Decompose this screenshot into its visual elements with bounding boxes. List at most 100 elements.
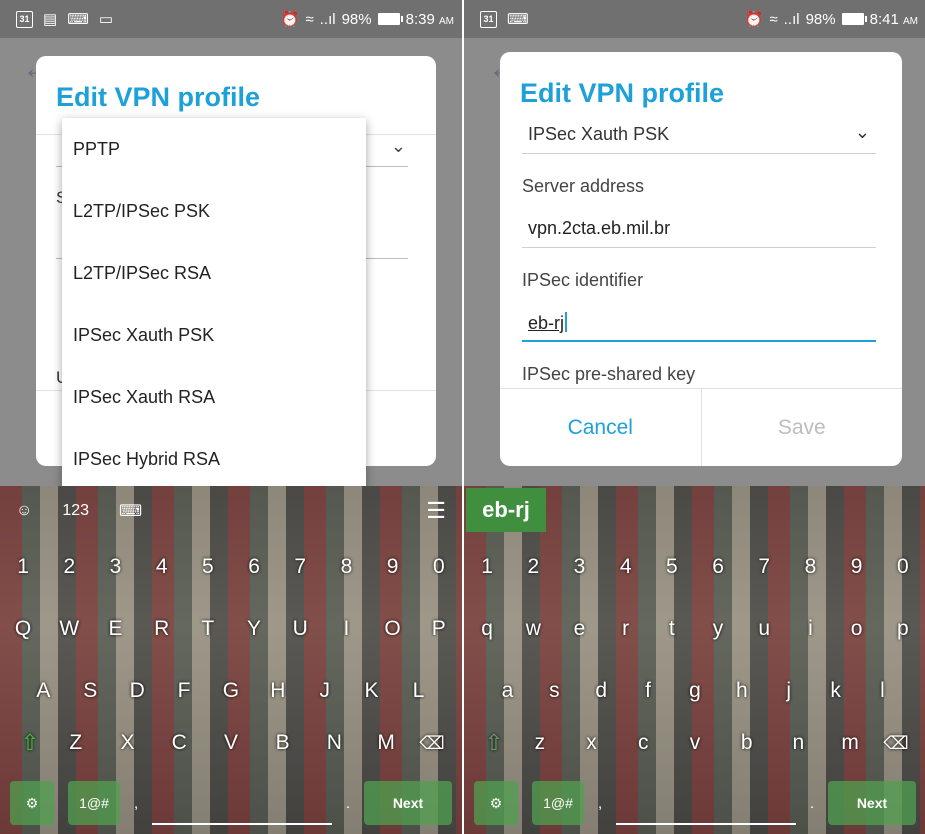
key[interactable]: C (159, 731, 199, 755)
shift-key[interactable]: ⇧ (474, 730, 514, 756)
comma-key[interactable]: , (134, 795, 138, 812)
key[interactable]: 6 (234, 555, 274, 579)
period-key[interactable]: . (346, 795, 350, 812)
key[interactable]: U (280, 617, 320, 641)
dropdown-option-xauth-rsa[interactable]: IPSec Xauth RSA (62, 366, 366, 428)
space-key[interactable] (616, 781, 796, 825)
chevron-down-icon[interactable]: ⌄ (855, 122, 870, 143)
backspace-key[interactable]: ⌫ (412, 733, 452, 754)
key[interactable]: f (628, 679, 668, 703)
chevron-down-icon[interactable]: ⌄ (391, 136, 406, 157)
dropdown-option-l2tp-psk[interactable]: L2TP/IPSec PSK (62, 180, 366, 242)
suggestion-chip[interactable]: eb-rj (466, 488, 546, 532)
dropdown-option-xauth-psk[interactable]: IPSec Xauth PSK (62, 304, 366, 366)
key[interactable]: K (352, 679, 392, 703)
key[interactable]: d (581, 679, 621, 703)
key[interactable]: t (652, 617, 692, 641)
key[interactable]: z (520, 731, 560, 755)
key[interactable]: I (326, 617, 366, 641)
key[interactable]: 6 (698, 555, 738, 579)
key[interactable]: T (188, 617, 228, 641)
key[interactable]: W (49, 617, 89, 641)
key[interactable]: 7 (280, 555, 320, 579)
settings-key[interactable]: ⚙ (474, 781, 518, 825)
key[interactable]: n (778, 731, 818, 755)
key[interactable]: 8 (326, 555, 366, 579)
key[interactable]: 5 (188, 555, 228, 579)
numbers-mode-button[interactable]: 123 (62, 502, 89, 520)
key[interactable]: k (816, 679, 856, 703)
cancel-button[interactable]: Cancel (500, 389, 702, 466)
key[interactable]: D (117, 679, 157, 703)
key[interactable]: 1 (467, 555, 507, 579)
key[interactable]: 3 (559, 555, 599, 579)
key[interactable]: 3 (95, 555, 135, 579)
next-key[interactable]: Next (364, 781, 452, 825)
key[interactable]: V (211, 731, 251, 755)
save-button[interactable]: Save (702, 389, 903, 466)
key[interactable]: 0 (883, 555, 923, 579)
emoji-icon[interactable]: ☺ (16, 502, 32, 520)
key[interactable]: 8 (790, 555, 830, 579)
key[interactable]: b (727, 731, 767, 755)
key[interactable]: 0 (419, 555, 459, 579)
symbols-key[interactable]: 1@# (532, 781, 584, 825)
key[interactable]: Q (3, 617, 43, 641)
key[interactable]: J (305, 679, 345, 703)
key[interactable]: 5 (652, 555, 692, 579)
key[interactable]: s (534, 679, 574, 703)
key[interactable]: Y (234, 617, 274, 641)
key[interactable]: G (211, 679, 251, 703)
key[interactable]: F (164, 679, 204, 703)
key[interactable]: 4 (606, 555, 646, 579)
key[interactable]: c (623, 731, 663, 755)
key[interactable]: R (142, 617, 182, 641)
key[interactable]: e (559, 617, 599, 641)
key[interactable]: 2 (49, 555, 89, 579)
key[interactable]: X (108, 731, 148, 755)
key[interactable]: i (790, 617, 830, 641)
key[interactable]: P (419, 617, 459, 641)
key[interactable]: g (675, 679, 715, 703)
key[interactable]: H (258, 679, 298, 703)
key[interactable]: S (70, 679, 110, 703)
key[interactable]: Z (56, 731, 96, 755)
server-address-input[interactable]: vpn.2cta.eb.mil.br (522, 208, 876, 248)
key[interactable]: M (366, 731, 406, 755)
key[interactable]: 4 (142, 555, 182, 579)
vpn-type-select[interactable]: IPSec Xauth PSK ⌄ (522, 122, 876, 154)
comma-key[interactable]: , (598, 795, 602, 812)
key[interactable]: x (572, 731, 612, 755)
key[interactable]: A (23, 679, 63, 703)
backspace-key[interactable]: ⌫ (876, 733, 916, 754)
key[interactable]: v (675, 731, 715, 755)
key[interactable]: O (373, 617, 413, 641)
settings-key[interactable]: ⚙ (10, 781, 54, 825)
key[interactable]: l (862, 679, 902, 703)
key[interactable]: 2 (513, 555, 553, 579)
ipsec-identifier-input[interactable]: eb-rj (522, 302, 876, 342)
shift-key[interactable]: ⇧ (10, 730, 50, 756)
key[interactable]: N (314, 731, 354, 755)
key[interactable]: 7 (744, 555, 784, 579)
symbols-key[interactable]: 1@# (68, 781, 120, 825)
space-key[interactable] (152, 781, 332, 825)
key[interactable]: 1 (3, 555, 43, 579)
key[interactable]: 9 (373, 555, 413, 579)
key[interactable]: a (487, 679, 527, 703)
key[interactable]: j (769, 679, 809, 703)
key[interactable]: u (744, 617, 784, 641)
menu-icon[interactable]: ☰ (426, 498, 446, 524)
key[interactable]: L (398, 679, 438, 703)
key[interactable]: B (263, 731, 303, 755)
key[interactable]: r (606, 617, 646, 641)
key[interactable]: E (95, 617, 135, 641)
key[interactable]: q (467, 617, 507, 641)
key[interactable]: 9 (837, 555, 877, 579)
key[interactable]: m (830, 731, 870, 755)
key[interactable]: p (883, 617, 923, 641)
key[interactable]: o (837, 617, 877, 641)
period-key[interactable]: . (810, 795, 814, 812)
keyboard-switch-icon[interactable]: ⌨ (119, 501, 142, 521)
key[interactable]: y (698, 617, 738, 641)
